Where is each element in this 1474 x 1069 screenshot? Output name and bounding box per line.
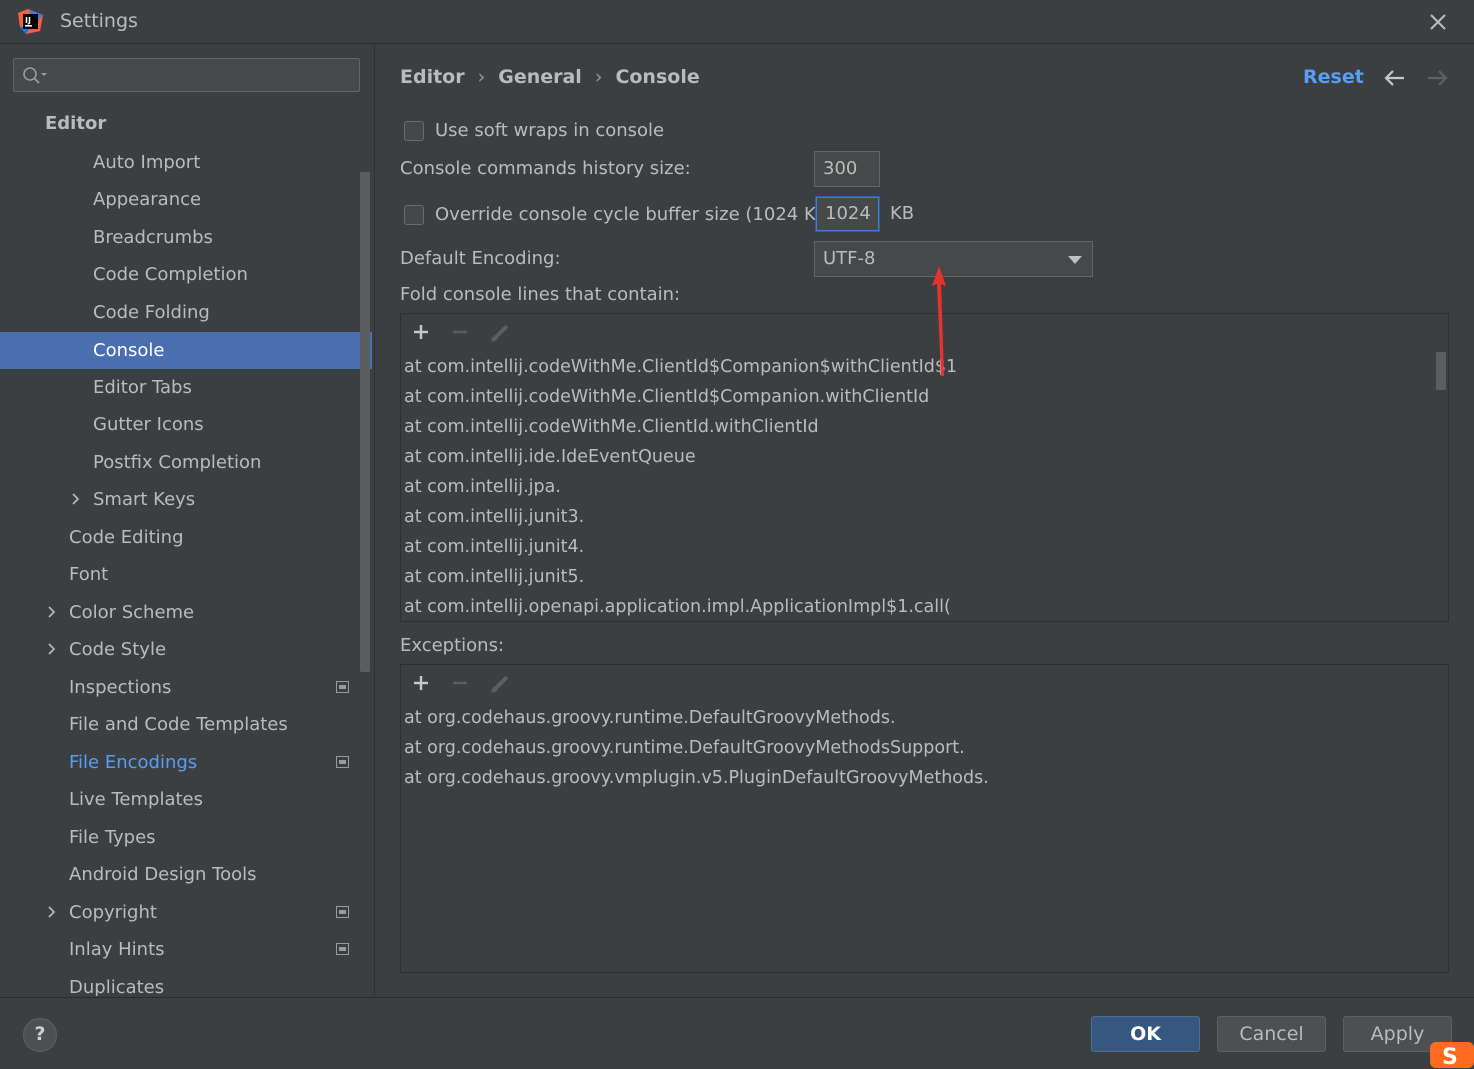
tree-item-file-types[interactable]: File Types bbox=[0, 819, 372, 856]
chevron-right-icon[interactable] bbox=[45, 642, 59, 656]
list-item[interactable]: at com.intellij.jpa. bbox=[404, 472, 561, 502]
default-encoding-select[interactable]: UTF-8 bbox=[814, 241, 1093, 277]
tree-item-smart-keys[interactable]: Smart Keys bbox=[0, 481, 372, 518]
soft-wraps-checkbox[interactable] bbox=[404, 121, 424, 141]
dialog-footer: ? OK Cancel Apply bbox=[0, 997, 1474, 1069]
search-input[interactable] bbox=[13, 58, 360, 92]
project-scope-icon bbox=[336, 906, 349, 918]
search-icon bbox=[23, 67, 47, 84]
project-scope-icon bbox=[336, 681, 349, 693]
breadcrumb: Editor › General › Console bbox=[400, 66, 700, 88]
tree-item-copyright[interactable]: Copyright bbox=[0, 894, 372, 931]
breadcrumb-separator-icon: › bbox=[477, 66, 486, 88]
reset-link[interactable]: Reset bbox=[1303, 66, 1364, 88]
buffer-unit-label: KB bbox=[890, 203, 915, 224]
help-button[interactable]: ? bbox=[23, 1018, 57, 1052]
tree-item-appearance[interactable]: Appearance bbox=[0, 181, 372, 218]
project-scope-icon bbox=[336, 943, 349, 955]
list-item[interactable]: at com.intellij.junit4. bbox=[404, 532, 584, 562]
tree-item-duplicates[interactable]: Duplicates bbox=[0, 969, 372, 996]
project-scope-icon bbox=[336, 756, 349, 768]
list-item[interactable]: at com.intellij.codeWithMe.ClientId.with… bbox=[404, 412, 819, 442]
tree-item-console[interactable]: Console bbox=[0, 332, 372, 369]
dropdown-arrow-icon bbox=[1068, 256, 1082, 264]
window-title: Settings bbox=[60, 10, 138, 32]
tree-item-code-style[interactable]: Code Style bbox=[0, 631, 372, 668]
override-buffer-label[interactable]: Override console cycle buffer size (1024… bbox=[435, 204, 835, 225]
list-item[interactable]: at com.intellij.junit3. bbox=[404, 502, 584, 532]
tree-item-file-encodings[interactable]: File Encodings bbox=[0, 744, 372, 781]
list-item[interactable]: at org.codehaus.groovy.vmplugin.v5.Plugi… bbox=[404, 763, 989, 793]
remove-icon[interactable] bbox=[452, 675, 468, 691]
tree-item-auto-import[interactable]: Auto Import bbox=[0, 144, 372, 181]
remove-icon[interactable] bbox=[452, 324, 468, 340]
history-size-label: Console commands history size: bbox=[400, 158, 691, 179]
settings-content: Editor › General › Console Reset Use soft wr… bbox=[375, 44, 1474, 996]
list-item[interactable]: at com.intellij.openapi.application.impl… bbox=[404, 592, 951, 622]
tree-item-postfix-completion[interactable]: Postfix Completion bbox=[0, 444, 372, 481]
exceptions-panel: at org.codehaus.groovy.runtime.DefaultGr… bbox=[400, 664, 1449, 973]
list-item[interactable]: at org.codehaus.groovy.runtime.DefaultGr… bbox=[404, 703, 896, 733]
cancel-button[interactable]: Cancel bbox=[1217, 1016, 1326, 1052]
close-icon[interactable] bbox=[1424, 8, 1452, 36]
exceptions-label: Exceptions: bbox=[400, 635, 505, 656]
chevron-right-icon[interactable] bbox=[69, 492, 83, 506]
breadcrumb-separator-icon: › bbox=[594, 66, 603, 88]
override-buffer-checkbox[interactable] bbox=[404, 205, 424, 225]
list-item[interactable]: at com.intellij.ide.IdeEventQueue bbox=[404, 442, 696, 472]
breadcrumb-editor[interactable]: Editor bbox=[400, 66, 465, 88]
tree-item-editor[interactable]: Editor bbox=[0, 105, 372, 142]
tree-item-inlay-hints[interactable]: Inlay Hints bbox=[0, 931, 372, 968]
title-bar: IJ Settings bbox=[0, 0, 1474, 44]
tree-item-file-and-code-templates[interactable]: File and Code Templates bbox=[0, 706, 372, 743]
ime-badge-icon: S bbox=[1430, 1042, 1474, 1068]
list-item[interactable]: at org.codehaus.groovy.runtime.DefaultGr… bbox=[404, 733, 965, 763]
breadcrumb-general[interactable]: General bbox=[498, 66, 582, 88]
tree-item-inspections[interactable]: Inspections bbox=[0, 669, 372, 706]
tree-item-code-editing[interactable]: Code Editing bbox=[0, 519, 372, 556]
tree-item-code-completion[interactable]: Code Completion bbox=[0, 256, 372, 293]
history-size-input[interactable]: 300 bbox=[814, 151, 880, 187]
svg-text:IJ: IJ bbox=[25, 16, 31, 25]
exceptions-list: at org.codehaus.groovy.runtime.DefaultGr… bbox=[401, 701, 1448, 972]
fold-lines-scrollbar[interactable] bbox=[1436, 352, 1446, 390]
edit-pencil-icon[interactable] bbox=[490, 675, 510, 693]
list-item[interactable]: at com.intellij.codeWithMe.ClientId$Comp… bbox=[404, 352, 957, 382]
tree-item-editor-tabs[interactable]: Editor Tabs bbox=[0, 369, 372, 406]
list-item[interactable]: at com.intellij.junit5. bbox=[404, 562, 584, 592]
fold-lines-list: at com.intellij.codeWithMe.ClientId$Comp… bbox=[401, 350, 1448, 621]
chevron-right-icon[interactable] bbox=[45, 905, 59, 919]
tree-item-gutter-icons[interactable]: Gutter Icons bbox=[0, 406, 372, 443]
default-encoding-label: Default Encoding: bbox=[400, 248, 561, 269]
tree-item-color-scheme[interactable]: Color Scheme bbox=[0, 594, 372, 631]
tree-item-font[interactable]: Font bbox=[0, 556, 372, 593]
arrow-back-icon[interactable] bbox=[1383, 68, 1407, 88]
arrow-forward-icon[interactable] bbox=[1425, 68, 1449, 88]
intellij-logo-icon: IJ bbox=[18, 9, 43, 34]
annotation-arrow-icon bbox=[932, 266, 946, 376]
list-item[interactable]: at com.intellij.codeWithMe.ClientId$Comp… bbox=[404, 382, 929, 412]
add-icon[interactable] bbox=[413, 675, 429, 691]
sidebar-scrollbar[interactable] bbox=[360, 172, 370, 672]
edit-pencil-icon[interactable] bbox=[490, 324, 510, 342]
breadcrumb-console: Console bbox=[615, 66, 700, 88]
tree-item-android-design-tools[interactable]: Android Design Tools bbox=[0, 856, 372, 893]
chevron-right-icon[interactable] bbox=[45, 605, 59, 619]
add-icon[interactable] bbox=[413, 324, 429, 340]
buffer-size-input[interactable]: 1024 bbox=[816, 197, 879, 231]
soft-wraps-label[interactable]: Use soft wraps in console bbox=[435, 120, 664, 141]
default-encoding-value: UTF-8 bbox=[823, 248, 876, 269]
ok-button[interactable]: OK bbox=[1091, 1016, 1200, 1052]
tree-item-live-templates[interactable]: Live Templates bbox=[0, 781, 372, 818]
fold-lines-label: Fold console lines that contain: bbox=[400, 284, 681, 305]
settings-sidebar: Editor Auto Import Appearance Breadcrumb… bbox=[0, 44, 375, 996]
svg-text:S: S bbox=[1442, 1045, 1458, 1068]
tree-item-code-folding[interactable]: Code Folding bbox=[0, 294, 372, 331]
exceptions-toolbar bbox=[401, 665, 1448, 702]
tree-item-breadcrumbs[interactable]: Breadcrumbs bbox=[0, 219, 372, 256]
